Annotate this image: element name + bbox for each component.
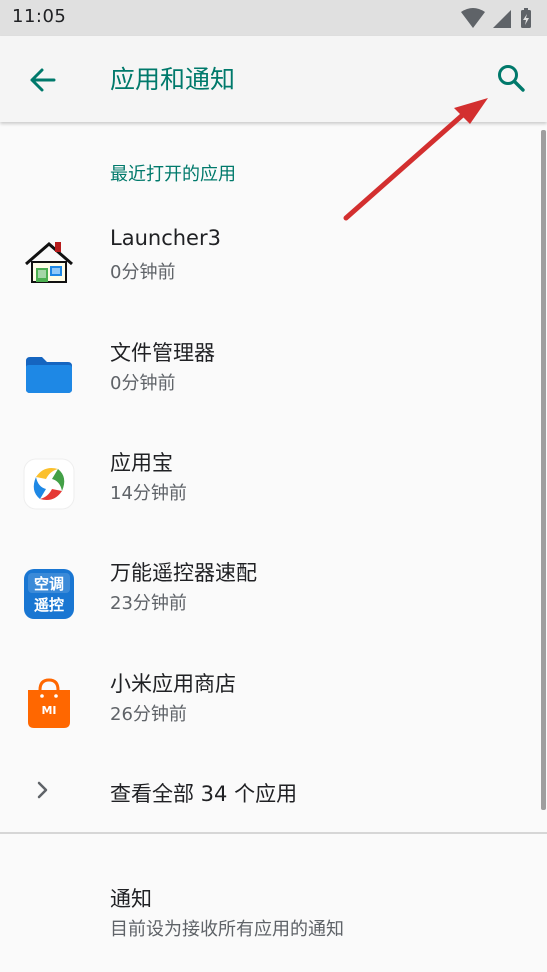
- mi-logo-text: MI: [41, 704, 56, 717]
- app-name: 小米应用商店: [110, 672, 236, 696]
- app-name: Launcher3: [110, 226, 221, 250]
- folder-icon: [26, 357, 72, 393]
- back-arrow-icon[interactable]: [20, 58, 64, 102]
- app-last-used: 23分钟前: [110, 593, 187, 614]
- section-header-recent-apps: 最近打开的应用: [110, 164, 236, 185]
- scrollbar[interactable]: [541, 130, 546, 810]
- list-item-file-manager[interactable]: 文件管理器 0分钟前: [0, 337, 540, 447]
- app-name: 文件管理器: [110, 341, 215, 365]
- page-title: 应用和通知: [110, 65, 236, 94]
- wifi-icon: [461, 8, 485, 28]
- notifications-title: 通知: [110, 887, 152, 911]
- app-last-used: 0分钟前: [110, 262, 176, 283]
- yingyongbao-icon: [23, 458, 75, 510]
- app-name: 万能遥控器速配: [110, 561, 257, 585]
- list-item-remote-control[interactable]: 空调 遥控 万能遥控器速配 23分钟前: [0, 557, 540, 667]
- remote-icon-text-2: 遥控: [34, 596, 64, 614]
- status-bar: 11:05: [0, 0, 547, 36]
- see-all-apps-label: 查看全部 34 个应用: [110, 782, 298, 806]
- chevron-right-icon: [37, 781, 48, 799]
- status-icons: [461, 8, 531, 28]
- app-last-used: 0分钟前: [110, 373, 176, 394]
- remote-icon-text-1: 空调: [34, 575, 64, 593]
- app-bar: 应用和通知: [0, 36, 547, 122]
- list-item-mi-store[interactable]: MI 小米应用商店 26分钟前: [0, 668, 540, 778]
- app-last-used: 14分钟前: [110, 483, 187, 504]
- launcher-house-icon: [25, 242, 73, 283]
- remote-control-icon: 空调 遥控: [24, 569, 74, 619]
- see-all-apps-row[interactable]: 查看全部 34 个应用: [0, 770, 540, 820]
- battery-icon: [521, 8, 531, 28]
- notifications-subtitle: 目前设为接收所有应用的通知: [110, 919, 344, 940]
- search-icon[interactable]: [489, 56, 533, 100]
- mi-store-icon: MI: [28, 678, 70, 728]
- list-item-launcher3[interactable]: Launcher3 0分钟前: [0, 226, 540, 336]
- status-time: 11:05: [12, 6, 67, 27]
- app-last-used: 26分钟前: [110, 704, 187, 725]
- section-divider: [0, 832, 547, 834]
- signal-icon: [493, 10, 515, 28]
- list-item-yingyongbao[interactable]: 应用宝 14分钟前: [0, 447, 540, 557]
- list-item-notifications[interactable]: 通知 目前设为接收所有应用的通知: [0, 883, 540, 963]
- app-name: 应用宝: [110, 451, 173, 475]
